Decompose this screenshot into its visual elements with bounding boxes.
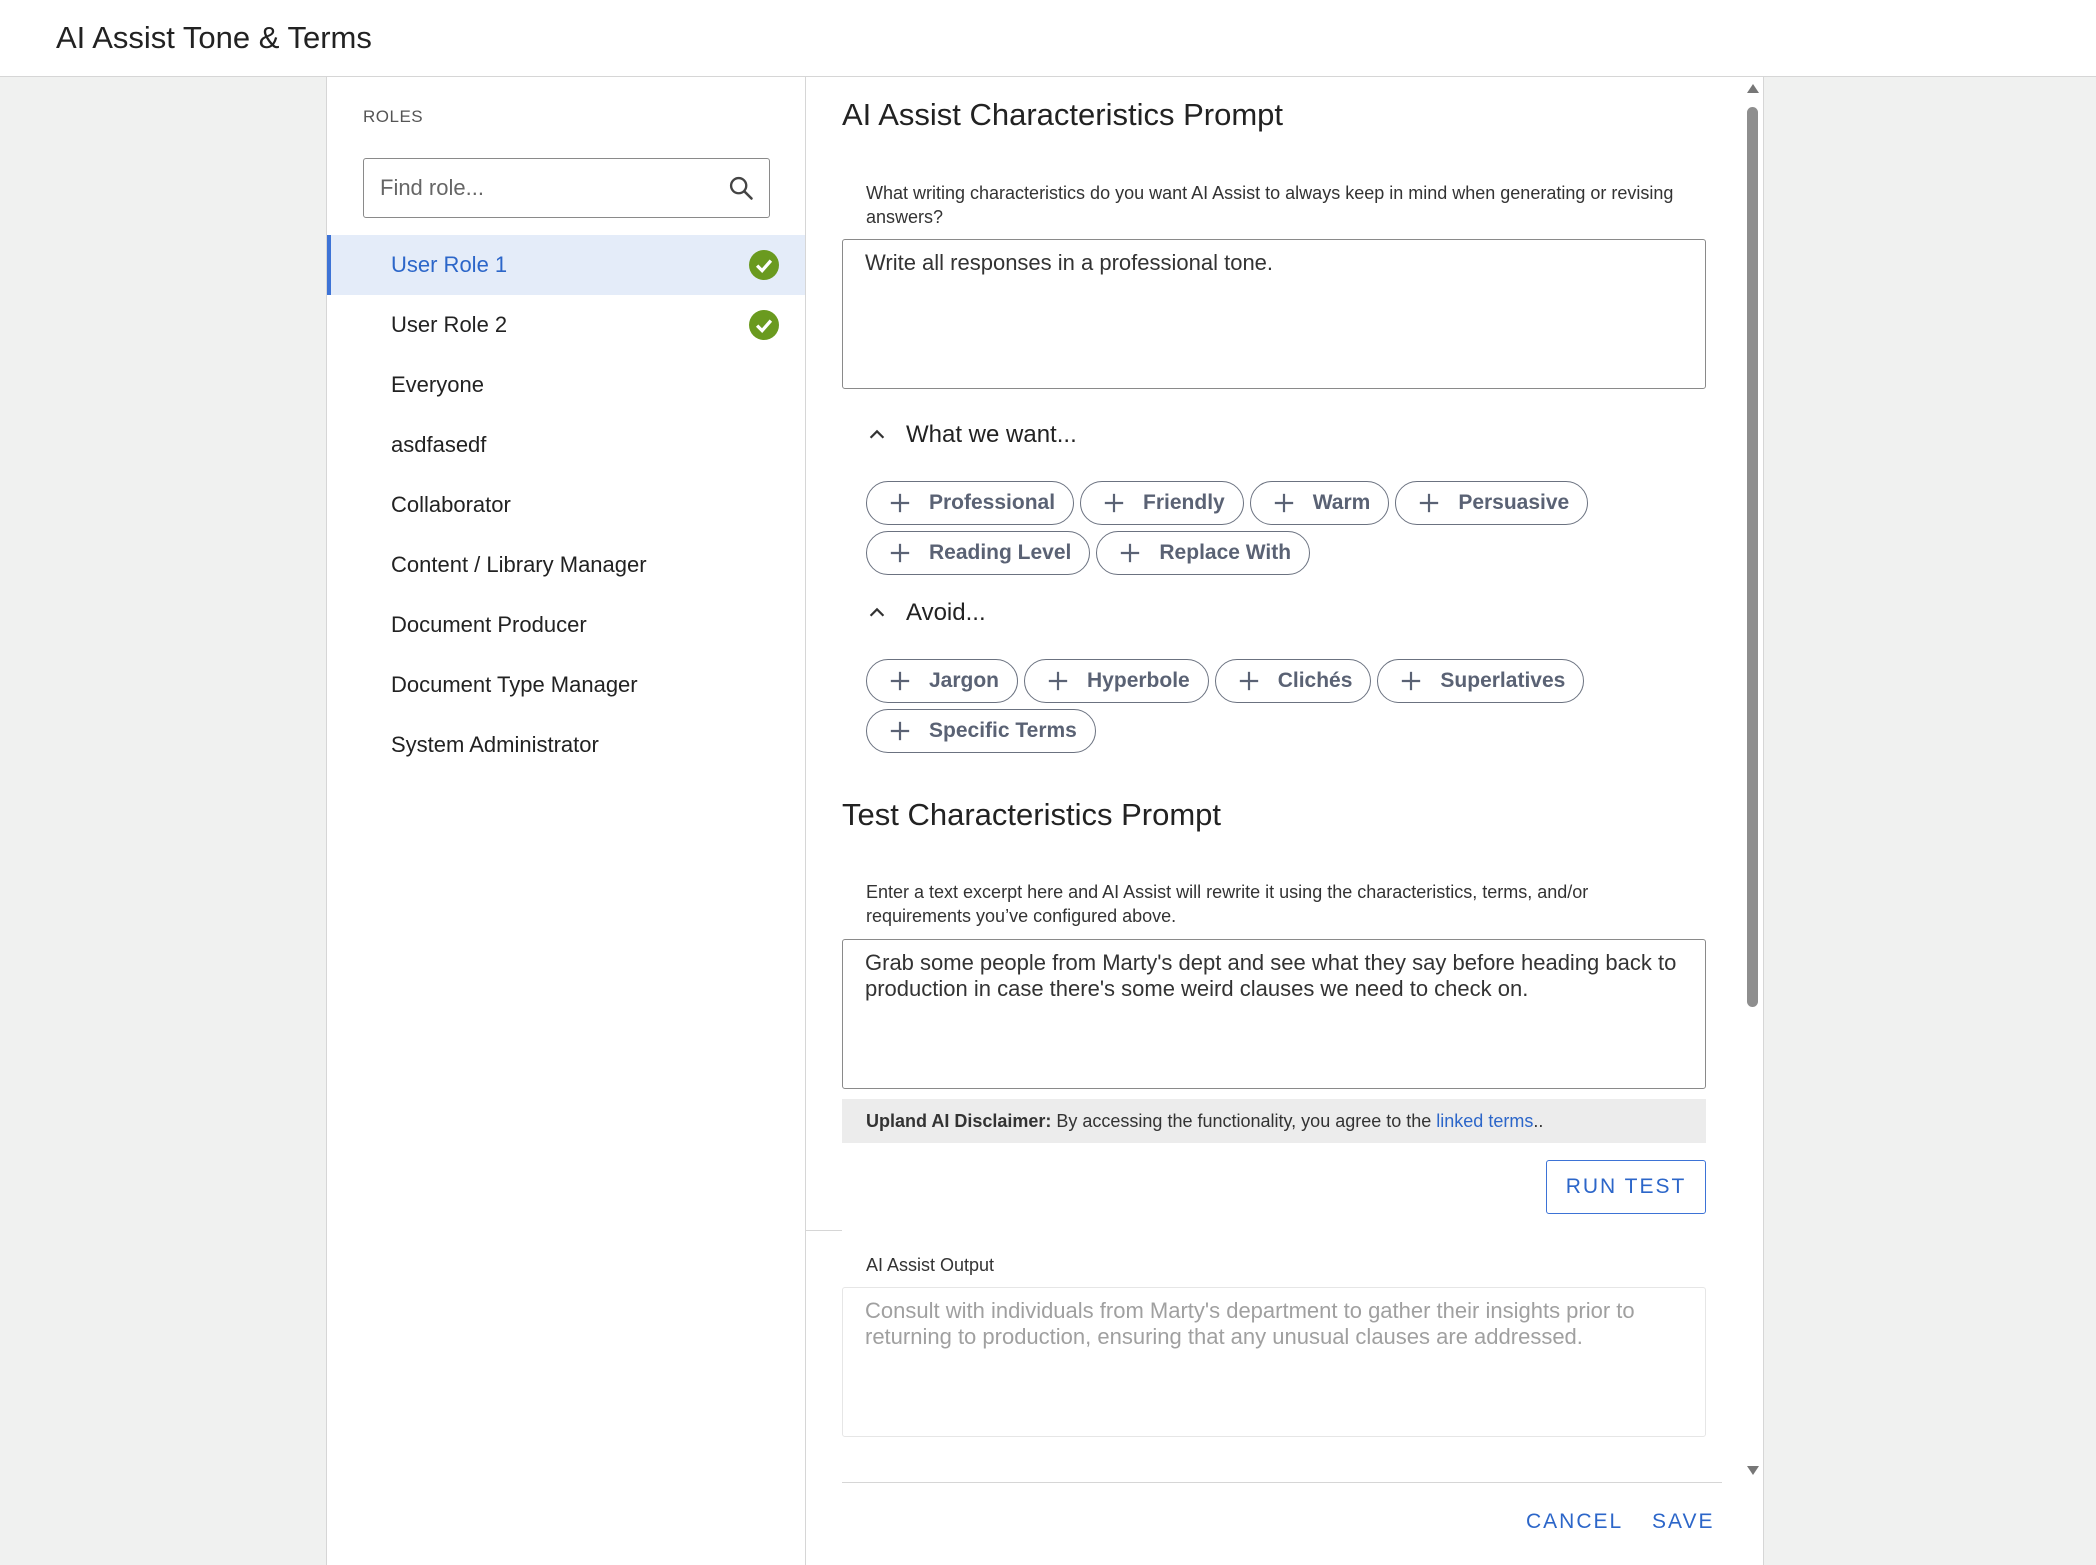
divider bbox=[806, 1230, 842, 1231]
chip-label: Reading Level bbox=[929, 541, 1072, 564]
run-test-button[interactable]: RUN TEST bbox=[1546, 1160, 1706, 1214]
search-icon[interactable] bbox=[727, 174, 755, 202]
chip-hyperbole[interactable]: Hyperbole bbox=[1024, 659, 1209, 703]
role-item[interactable]: Collaborator bbox=[327, 475, 805, 535]
chip-professional[interactable]: Professional bbox=[866, 481, 1075, 525]
role-item[interactable]: Everyone bbox=[327, 355, 805, 415]
role-search-input[interactable] bbox=[380, 159, 710, 216]
test-excerpt-input[interactable]: Grab some people from Marty's dept and s… bbox=[842, 939, 1706, 1089]
chip-superlatives[interactable]: Superlatives bbox=[1377, 659, 1585, 703]
role-label: asdfasedf bbox=[391, 432, 487, 457]
plus-icon bbox=[890, 543, 910, 563]
plus-icon bbox=[1274, 493, 1293, 513]
chip-warm[interactable]: Warm bbox=[1249, 481, 1390, 525]
role-item[interactable]: System Administrator bbox=[327, 715, 805, 775]
role-list: User Role 1 User Role 2 Everyone asdfasedf C… bbox=[327, 235, 805, 775]
chip-friendly[interactable]: Friendly bbox=[1080, 481, 1244, 525]
chip-label: Clichés bbox=[1277, 669, 1353, 692]
role-item[interactable]: Content / Library Manager bbox=[327, 535, 805, 595]
chip-label: Replace With bbox=[1159, 541, 1292, 564]
plus-icon bbox=[890, 493, 910, 513]
plus-icon bbox=[1420, 493, 1439, 513]
chip-jargon[interactable]: Jargon bbox=[866, 659, 1019, 703]
linked-terms-link[interactable]: linked terms bbox=[1436, 1111, 1533, 1131]
characteristics-title: AI Assist Characteristics Prompt bbox=[842, 97, 1284, 132]
role-label: Everyone bbox=[391, 372, 484, 397]
role-label: System Administrator bbox=[391, 732, 599, 757]
role-item[interactable]: User Role 1 bbox=[327, 235, 805, 295]
chip-label: Persuasive bbox=[1458, 491, 1570, 514]
plus-icon bbox=[890, 721, 910, 741]
check-circle-icon bbox=[749, 250, 779, 280]
chip-persuasive[interactable]: Persuasive bbox=[1395, 481, 1589, 525]
avoid-chip-row: Jargon Hyperbole Clichés Superlatives bbox=[866, 659, 1585, 703]
scroll-down-arrow-icon[interactable] bbox=[1746, 1464, 1760, 1476]
page-title: AI Assist Tone & Terms bbox=[56, 20, 372, 55]
output-label: AI Assist Output bbox=[866, 1255, 995, 1275]
role-label: User Role 2 bbox=[391, 312, 508, 337]
role-item[interactable]: asdfasedf bbox=[327, 415, 805, 475]
chip-reading-level[interactable]: Reading Level bbox=[866, 531, 1091, 575]
want-section-label: What we want... bbox=[906, 421, 1077, 448]
save-button[interactable]: SAVE bbox=[1652, 1510, 1714, 1534]
role-label: Collaborator bbox=[391, 492, 511, 517]
chip-label: Professional bbox=[929, 491, 1056, 514]
cancel-button[interactable]: CANCEL bbox=[1526, 1510, 1623, 1534]
chip-label: Specific Terms bbox=[929, 719, 1077, 742]
plus-icon bbox=[1121, 543, 1140, 563]
want-chip-row: Reading Level Replace With bbox=[866, 531, 1311, 575]
avoid-section-label: Avoid... bbox=[906, 599, 986, 626]
chip-label: Friendly bbox=[1143, 491, 1225, 514]
test-title: Test Characteristics Prompt bbox=[842, 797, 1221, 832]
avoid-chip-row: Specific Terms bbox=[866, 709, 1096, 753]
plus-icon bbox=[1402, 671, 1421, 691]
roles-sidebar: ROLES User Role 1 User Role 2 Everyone asdf… bbox=[326, 77, 806, 1565]
plus-icon bbox=[890, 671, 910, 691]
avoid-section-toggle[interactable]: Avoid... bbox=[866, 599, 986, 627]
test-description: Enter a text excerpt here and AI Assist … bbox=[866, 882, 1589, 926]
disclaimer-end: .. bbox=[1533, 1111, 1544, 1131]
check-circle-icon bbox=[749, 310, 779, 340]
characteristics-prompt-input[interactable]: Write all responses in a professional to… bbox=[842, 239, 1706, 389]
top-bar: AI Assist Tone & Terms bbox=[0, 0, 2096, 77]
chip-specific-terms[interactable]: Specific Terms bbox=[866, 709, 1096, 753]
want-chip-row: Professional Friendly Warm Persuasive bbox=[866, 481, 1589, 525]
chip-label: Superlatives bbox=[1440, 669, 1566, 692]
chip-label: Warm bbox=[1312, 491, 1371, 514]
plus-icon bbox=[1104, 493, 1124, 513]
disclaimer-title: Upland AI Disclaimer: bbox=[866, 1111, 1052, 1131]
role-item[interactable]: User Role 2 bbox=[327, 295, 805, 355]
role-item[interactable]: Document Producer bbox=[327, 595, 805, 655]
disclaimer-text: By accessing the functionality, you agre… bbox=[1051, 1111, 1437, 1131]
ai-disclaimer: Upland AI Disclaimer: By accessing the f… bbox=[842, 1099, 1706, 1143]
footer-divider bbox=[842, 1482, 1722, 1483]
ai-output-field: Consult with individuals from Marty's de… bbox=[842, 1287, 1706, 1437]
chip-clich-s[interactable]: Clichés bbox=[1214, 659, 1372, 703]
roles-heading: ROLES bbox=[363, 107, 424, 126]
plus-icon bbox=[1048, 671, 1068, 691]
chevron-up-icon bbox=[869, 607, 885, 617]
plus-icon bbox=[1239, 671, 1258, 691]
chip-replace-with[interactable]: Replace With bbox=[1096, 531, 1311, 575]
scrollbar-thumb[interactable] bbox=[1747, 107, 1758, 1007]
chevron-up-icon bbox=[869, 429, 885, 439]
main-panel: AI Assist Characteristics Prompt What wr… bbox=[806, 77, 1764, 1565]
scroll-up-arrow-icon[interactable] bbox=[1746, 83, 1760, 95]
characteristics-description: What writing characteristics do you want… bbox=[866, 183, 1674, 227]
role-label: User Role 1 bbox=[391, 252, 508, 277]
role-label: Document Type Manager bbox=[391, 672, 638, 697]
chip-label: Jargon bbox=[929, 669, 1000, 692]
role-label: Content / Library Manager bbox=[391, 552, 647, 577]
chip-label: Hyperbole bbox=[1087, 669, 1190, 692]
want-section-toggle[interactable]: What we want... bbox=[866, 421, 1077, 449]
role-item[interactable]: Document Type Manager bbox=[327, 655, 805, 715]
role-label: Document Producer bbox=[391, 612, 587, 637]
role-search-box[interactable] bbox=[363, 158, 770, 218]
